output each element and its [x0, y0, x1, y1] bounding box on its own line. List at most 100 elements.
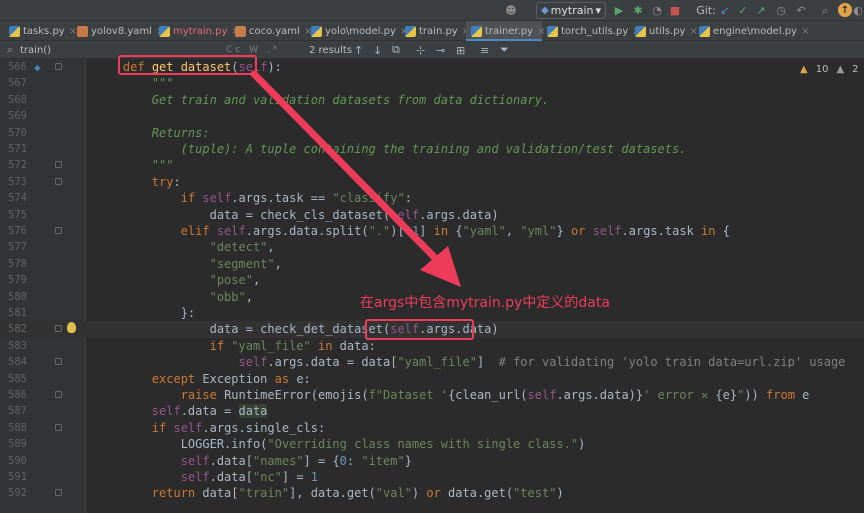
- run-config-label: mytrain: [550, 4, 594, 17]
- tab-tasks-py[interactable]: tasks.py ×: [4, 21, 77, 41]
- code-text: Get train and validation datasets from d…: [151, 92, 550, 107]
- code-line[interactable]: 583 if "yaml_file" in data:: [0, 338, 864, 354]
- run-config-selector[interactable]: ◆ mytrain ▾: [536, 2, 606, 19]
- code-line[interactable]: 574 if self.args.task == "classify":: [0, 190, 864, 206]
- line-number: 576: [8, 225, 27, 237]
- tab-label: train.py: [419, 25, 458, 37]
- tab-coco-yaml[interactable]: coco.yaml ×: [230, 21, 312, 41]
- history-icon[interactable]: ◷: [774, 2, 788, 19]
- stop-icon[interactable]: ■: [668, 2, 682, 19]
- lightbulb-icon[interactable]: [67, 322, 76, 333]
- tab-trainer-py[interactable]: trainer.py ×: [466, 21, 545, 41]
- python-file-icon: [635, 25, 646, 37]
- line-number: 589: [8, 438, 27, 451]
- python-file-icon: [311, 25, 322, 37]
- code-line[interactable]: 573 try:: [0, 174, 864, 190]
- fold-marker-icon[interactable]: [55, 161, 62, 169]
- code-text: raise RuntimeError(emojis(f"Dataset '{cl…: [180, 388, 810, 402]
- fold-marker-icon[interactable]: [55, 489, 62, 497]
- settings-icon[interactable]: ◐: [852, 2, 864, 19]
- inspection-summary[interactable]: ▲ 10 ▲ 2 ⌃: [800, 64, 864, 75]
- code-line[interactable]: 572 """: [0, 157, 864, 173]
- code-line[interactable]: 576 elif self.args.data.split(".")[-1] i…: [0, 223, 864, 239]
- fold-marker-icon[interactable]: [55, 227, 62, 234]
- multiline-icon[interactable]: ≡: [480, 41, 489, 59]
- open-in-window-icon[interactable]: ⧉: [392, 41, 400, 59]
- tab-yolo-model-py[interactable]: yolo\model.py ×: [306, 21, 408, 41]
- code-line[interactable]: 575 data = check_cls_dataset(self.args.d…: [0, 207, 864, 223]
- line-number: 575: [8, 208, 27, 221]
- annotation-box-get-dataset: [118, 55, 257, 75]
- line-number: 569: [8, 110, 27, 123]
- code-line[interactable]: 587 self.data = data: [0, 403, 864, 419]
- git-commit-icon[interactable]: ✓: [736, 2, 750, 19]
- tab-utils-py[interactable]: utils.py ×: [630, 21, 698, 41]
- select-all-occurrences-icon[interactable]: ⊞: [456, 41, 465, 59]
- fold-marker-icon[interactable]: [55, 63, 62, 70]
- user-icon[interactable]: ☻: [502, 2, 520, 19]
- fold-marker-icon[interactable]: [55, 358, 62, 366]
- code-line[interactable]: 569: [0, 108, 864, 124]
- code-line[interactable]: 588 if self.args.single_cls:: [0, 420, 864, 436]
- remove-selection-icon[interactable]: ⊸: [436, 41, 445, 59]
- line-number: 592: [8, 487, 27, 500]
- code-text: self.data["nc"] = 1: [180, 470, 319, 484]
- tab-label: tasks.py: [23, 25, 65, 37]
- code-line[interactable]: 571 (tuple): A tuple containing the trai…: [0, 141, 864, 157]
- code-text: try:: [151, 174, 181, 189]
- line-number: 578: [8, 257, 27, 270]
- rollback-icon[interactable]: ↶: [794, 2, 808, 19]
- tab-yolov8-yaml[interactable]: yolov8.yaml ×: [72, 21, 164, 41]
- code-line[interactable]: 585 except Exception as e:: [0, 371, 864, 387]
- editor-tab-bar: tasks.py × yolov8.yaml × mytrain.py × co…: [0, 21, 864, 41]
- warning-icon: ▲: [800, 64, 808, 75]
- add-selection-icon[interactable]: ⊹: [416, 41, 425, 59]
- fold-marker-icon[interactable]: [55, 391, 62, 398]
- tab-mytrain-py[interactable]: mytrain.py ×: [154, 21, 240, 41]
- code-line[interactable]: 578 "segment",: [0, 256, 864, 272]
- code-line[interactable]: 577 "detect",: [0, 239, 864, 255]
- main-toolbar: ☻ ◆ mytrain ▾ ▶ ✱ ◔ ■ Git: ↙ ✓ ↗ ◷ ↶ ⌕ ↑…: [0, 0, 864, 21]
- bookmark-icon[interactable]: ◈: [34, 61, 41, 74]
- tab-torch-utils-py[interactable]: torch_utils.py ×: [542, 21, 641, 41]
- line-number: 581: [8, 307, 27, 319]
- update-icon[interactable]: ↑: [838, 3, 852, 17]
- previous-occurrence-icon[interactable]: ↑: [354, 41, 363, 59]
- run-icon[interactable]: ▶: [612, 2, 626, 19]
- filter-icon[interactable]: ⏷: [500, 41, 509, 59]
- line-number: 567: [8, 77, 27, 90]
- code-line[interactable]: 579 "pose",: [0, 272, 864, 288]
- search-everywhere-icon[interactable]: ⌕: [818, 2, 832, 19]
- code-line[interactable]: 591 self.data["nc"] = 1: [0, 469, 864, 485]
- code-line[interactable]: 570 Returns:: [0, 125, 864, 141]
- tab-train-py[interactable]: train.py ×: [400, 21, 470, 41]
- find-results-count: 2 results: [309, 44, 353, 56]
- tab-engine-model-py[interactable]: engine\model.py ×: [694, 21, 809, 41]
- code-line[interactable]: 567 """: [0, 75, 864, 91]
- line-number: 579: [8, 274, 27, 287]
- code-line[interactable]: 592 return data["train"], data.get("val"…: [0, 485, 864, 501]
- code-line[interactable]: 590 self.data["names"] = {0: "item"}: [0, 453, 864, 469]
- python-file-icon: [159, 25, 170, 37]
- line-number: 571: [8, 143, 27, 155]
- tab-label: yolo\model.py: [325, 25, 396, 37]
- close-icon[interactable]: ×: [801, 26, 809, 37]
- git-push-icon[interactable]: ↗: [754, 2, 768, 19]
- fold-marker-icon[interactable]: [55, 423, 62, 431]
- code-line[interactable]: 584 self.args.data = data["yaml_file"] #…: [0, 354, 864, 370]
- code-line[interactable]: 568 Get train and validation datasets fr…: [0, 92, 864, 108]
- next-occurrence-icon[interactable]: ↓: [373, 41, 382, 59]
- code-line[interactable]: 589 LOGGER.info("Overriding class names …: [0, 436, 864, 452]
- tab-label: mytrain.py: [173, 25, 228, 37]
- line-number: 580: [8, 290, 27, 303]
- debug-icon[interactable]: ✱: [630, 2, 646, 19]
- code-line[interactable]: 586 raise RuntimeError(emojis(f"Dataset …: [0, 387, 864, 403]
- tab-label: coco.yaml: [249, 25, 300, 37]
- code-text: LOGGER.info("Overriding class names with…: [180, 437, 586, 452]
- git-update-icon[interactable]: ↙: [718, 2, 732, 19]
- profile-icon[interactable]: ◔: [650, 2, 664, 19]
- yaml-file-icon: [77, 25, 88, 37]
- fold-marker-icon[interactable]: [55, 325, 62, 333]
- tab-label: torch_utils.py: [561, 25, 629, 37]
- fold-marker-icon[interactable]: [55, 177, 62, 185]
